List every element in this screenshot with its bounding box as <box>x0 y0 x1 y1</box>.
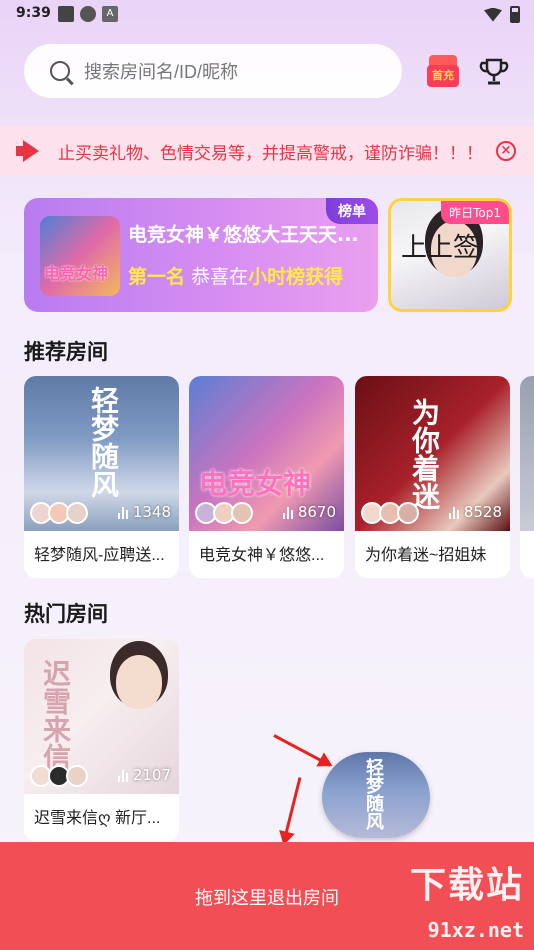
top1-calligraphy: 上上签 <box>401 233 480 263</box>
room-card[interactable]: 电竞女神 8670 电竞女神￥悠悠... <box>189 376 344 578</box>
status-time: 9:39 <box>16 5 51 21</box>
room-count-value: 2107 <box>132 766 171 784</box>
room-card[interactable]: 轻梦随风 1348 轻梦随风-应聘送... <box>24 376 179 578</box>
room-cover-text: 轻梦随风 <box>87 386 120 498</box>
popularity-bars-icon <box>448 505 459 519</box>
yesterday-top1-card[interactable]: 上上签 昨日Top1 <box>388 198 512 312</box>
rank-banner[interactable]: 电竞女神 榜单 电竞女神￥悠悠大王天天... 第一名 恭喜在小时榜获得 <box>24 198 378 312</box>
status-bar: 9:39 A <box>0 0 534 30</box>
avatar <box>66 502 88 524</box>
room-member-avatars <box>30 765 88 787</box>
avatar <box>397 502 419 524</box>
room-name: 电竞女神￥悠悠... <box>199 547 325 564</box>
room-card[interactable]: 为你着迷 8528 为你着迷~招姐妹 <box>355 376 510 578</box>
avatar <box>66 765 88 787</box>
annotation-arrow <box>282 777 302 844</box>
floating-room-text: 轻梦随风 <box>363 758 384 830</box>
room-hot-count: 1348 <box>117 503 171 521</box>
rank-thumb-text: 电竞女神 <box>44 264 109 283</box>
watermark-big-text: 下载站 <box>409 865 524 906</box>
room-cover-text: 电竞女神 <box>199 467 312 500</box>
room-count-value: 1348 <box>132 503 171 521</box>
popularity-bars-icon <box>117 768 128 782</box>
recommended-section-title: 推荐房间 <box>24 341 108 364</box>
room-member-avatars <box>195 502 253 524</box>
room-member-avatars <box>361 502 419 524</box>
first-charge-label: 首充 <box>427 65 459 87</box>
room-name: 轻梦随风-应聘送... <box>34 547 165 564</box>
watermark: 下载站 91xz.net <box>354 842 524 942</box>
room-member-avatars <box>30 502 88 524</box>
popularity-bars-icon <box>282 505 293 519</box>
wifi-icon <box>484 7 502 22</box>
search-input[interactable]: 搜索房间名/ID/昵称 <box>24 44 402 98</box>
room-cover <box>520 376 534 531</box>
popularity-bars-icon <box>117 505 128 519</box>
room-cover-portrait <box>116 655 162 709</box>
hot-section-title: 热门房间 <box>24 603 108 626</box>
notice-text: 止买卖礼物、色情交易等，并提高警戒，谨防诈骗！！！ <box>58 143 483 163</box>
room-hot-count: 8528 <box>448 503 502 521</box>
room-card-partial[interactable] <box>520 376 534 578</box>
room-count-value: 8670 <box>297 503 336 521</box>
notification-app-icon: A <box>102 6 118 22</box>
room-cover-text: 为你着迷 <box>408 398 441 510</box>
megaphone-icon <box>16 140 42 162</box>
status-notification-icons: A <box>58 6 118 22</box>
search-icon <box>50 61 70 81</box>
annotation-arrow <box>273 734 332 767</box>
room-count-value: 8528 <box>463 503 502 521</box>
top1-badge: 昨日Top1 <box>441 201 509 224</box>
status-system-icons <box>484 6 520 23</box>
room-cover-text: 迟雪来信 <box>39 659 72 771</box>
trophy-icon[interactable] <box>478 56 510 88</box>
room-name: 迟雪来信ღ 新厅... <box>34 810 161 827</box>
first-charge-button[interactable]: 首充 <box>425 55 461 89</box>
room-name: 为你着迷~招姐妹 <box>365 547 487 564</box>
room-hot-count: 8670 <box>282 503 336 521</box>
rank-congrats: 第一名 恭喜在小时榜获得 <box>128 262 343 289</box>
battery-icon <box>510 6 520 23</box>
rank-position: 第一名 <box>128 266 186 288</box>
room-hot-count: 2107 <box>117 766 171 784</box>
rank-congrats-highlight: 小时榜获得 <box>248 266 344 288</box>
close-icon[interactable]: × <box>496 141 516 161</box>
search-placeholder: 搜索房间名/ID/昵称 <box>84 62 239 82</box>
room-card[interactable]: 迟雪来信 2107 迟雪来信ღ 新厅... <box>24 639 179 841</box>
rank-congrats-prefix: 恭喜在 <box>191 266 249 288</box>
notice-bar: 止买卖礼物、色情交易等，并提高警戒，谨防诈骗！！！ × <box>0 126 534 176</box>
floating-room-bubble[interactable]: 轻梦随风 <box>322 752 430 838</box>
watermark-url: 91xz.net <box>427 918 524 942</box>
notification-aperture-icon <box>80 6 96 22</box>
avatar <box>231 502 253 524</box>
notification-square-icon <box>58 6 74 22</box>
rank-room-thumbnail: 电竞女神 <box>40 216 120 296</box>
rank-room-title: 电竞女神￥悠悠大王天天... <box>128 224 359 246</box>
exit-room-drop-zone[interactable]: 拖到这里退出房间 下载站 91xz.net <box>0 842 534 950</box>
